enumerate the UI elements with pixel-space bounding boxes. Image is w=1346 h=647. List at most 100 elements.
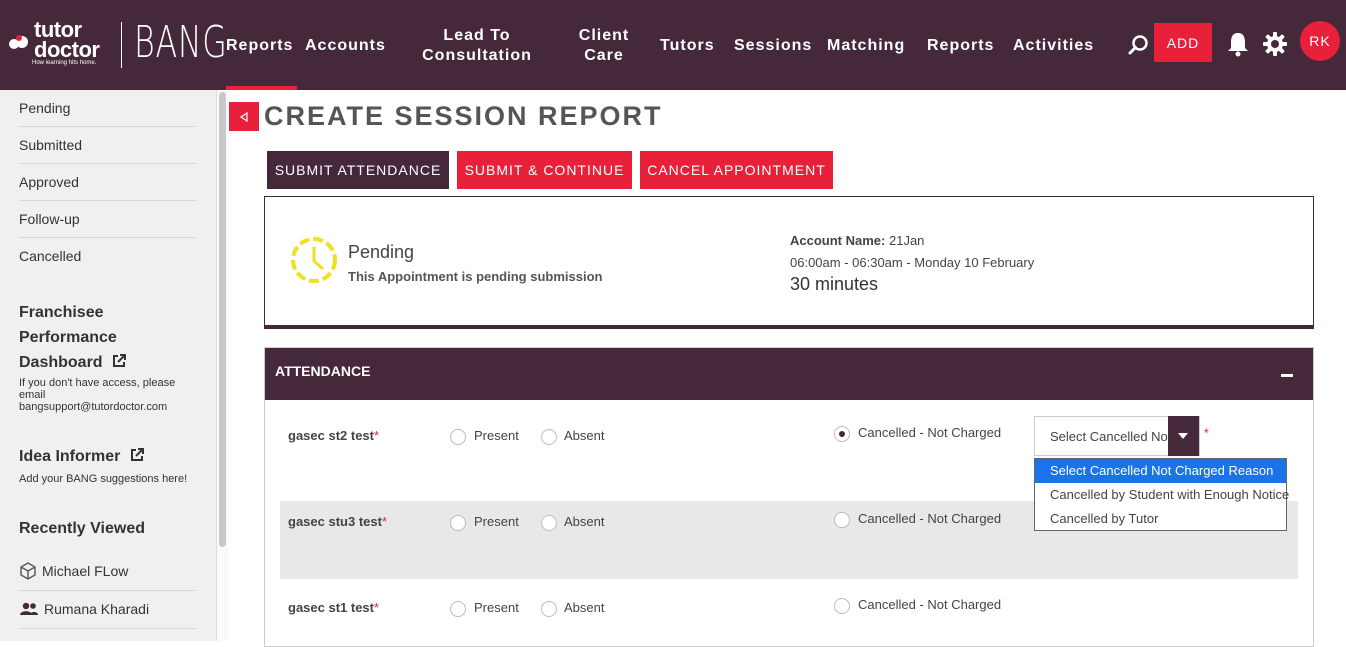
absent-radio[interactable] [541, 601, 557, 617]
present-label: Present [474, 428, 519, 443]
sidebar: Pending Submitted Approved Follow-up Can… [0, 90, 216, 641]
status-subtitle: This Appointment is pending submission [348, 269, 603, 284]
add-button[interactable]: ADD [1154, 23, 1212, 62]
recent-item-rumana-kharadi[interactable]: Rumana Kharadi [19, 591, 196, 629]
user-avatar[interactable]: RK [1300, 21, 1340, 61]
logo-tagline: How learning hits home. [32, 60, 97, 66]
franchisee-note-email: bangsupport@tutordoctor.com [19, 401, 168, 413]
required-marker: * [1204, 426, 1209, 440]
cancel-appointment-button[interactable]: CANCEL APPOINTMENT [640, 151, 833, 189]
idea-informer-note: Add your BANG suggestions here! [19, 473, 188, 485]
cancel-reason-select[interactable]: Select Cancelled Not Charged Reason [1034, 416, 1200, 456]
sidebar-item-pending[interactable]: Pending [19, 90, 196, 127]
submit-continue-button[interactable]: SUBMIT & CONTINUE [457, 151, 632, 189]
student-name: gasec stu3 test* [288, 514, 387, 529]
recent-item-michael-flow[interactable]: Michael FLow [19, 553, 196, 591]
franchisee-heading-2[interactable]: Performance [19, 325, 117, 350]
tutor-doctor-logo[interactable]: tutor doctor How learning hits home. [8, 17, 118, 70]
student-name: gasec st1 test* [288, 600, 379, 615]
appointment-time: 06:00am - 06:30am - Monday 10 February [790, 255, 1035, 270]
absent-label: Absent [564, 514, 605, 529]
cancelled-not-charged-radio[interactable] [834, 512, 850, 528]
account-name: Account Name: 21Jan [790, 233, 924, 248]
app-name: BANG [134, 17, 228, 68]
nav-lead-to-consultation[interactable]: Lead To Consultation [416, 26, 538, 66]
nav-accounts[interactable]: Accounts [305, 36, 386, 56]
franchisee-dashboard-link[interactable]: Dashboard [19, 350, 127, 375]
idea-informer-title: Idea Informer [19, 448, 121, 465]
nav-client-care[interactable]: Client Care [571, 26, 637, 66]
required-marker: * [374, 428, 380, 443]
cancelled-not-charged-label: Cancelled - Not Charged [858, 511, 1002, 526]
absent-label: Absent [564, 600, 605, 615]
nav-reports-2[interactable]: Reports [927, 36, 994, 56]
required-marker: * [374, 600, 380, 615]
chevron-down-icon[interactable] [1168, 416, 1199, 456]
cancel-reason-dropdown: Select Cancelled Not Charged Reason Canc… [1034, 458, 1289, 531]
student-name: gasec st2 test* [288, 428, 379, 443]
present-label: Present [474, 514, 519, 529]
student-name-text: gasec st1 test [288, 600, 374, 615]
absent-radio[interactable] [541, 429, 557, 445]
recent-item-label: Michael FLow [42, 563, 129, 579]
cube-icon [20, 562, 36, 580]
present-radio[interactable] [450, 429, 466, 445]
sidebar-item-follow-up[interactable]: Follow-up [19, 201, 196, 238]
nav-sessions[interactable]: Sessions [734, 36, 812, 56]
appointment-duration: 30 minutes [790, 274, 879, 294]
account-name-label: Account Name: [790, 233, 886, 248]
people-icon [20, 602, 38, 615]
required-marker: * [381, 514, 387, 529]
franchisee-note-2: email [19, 389, 46, 401]
dropdown-option[interactable]: Cancelled by Student with Enough Notice [1035, 483, 1289, 507]
account-name-value: 21Jan [888, 233, 925, 248]
franchisee-heading-3: Dashboard [19, 354, 103, 371]
absent-label: Absent [564, 428, 605, 443]
cancel-reason-value: Select Cancelled Not Charged Reason [1050, 429, 1170, 444]
absent-radio[interactable] [541, 515, 557, 531]
triangle-left-icon [239, 111, 248, 122]
dropdown-option[interactable]: Cancelled by Tutor [1035, 507, 1286, 531]
recently-viewed-heading: Recently Viewed [19, 520, 145, 537]
student-name-text: gasec st2 test [288, 428, 374, 443]
present-radio[interactable] [450, 515, 466, 531]
cancelled-not-charged-label: Cancelled - Not Charged [858, 425, 1002, 440]
present-label: Present [474, 600, 519, 615]
present-radio[interactable] [450, 601, 466, 617]
attendance-header: ATTENDANCE [265, 348, 1313, 400]
sidebar-item-approved[interactable]: Approved [19, 164, 196, 201]
bell-icon[interactable] [1226, 31, 1250, 57]
idea-informer-link[interactable]: Idea Informer [19, 444, 145, 469]
collapse-icon[interactable] [1281, 374, 1293, 377]
external-link-icon [113, 354, 127, 367]
page-title: CREATE SESSION REPORT [264, 101, 663, 131]
nav-active-indicator [226, 86, 297, 90]
cancelled-not-charged-radio[interactable] [834, 426, 850, 442]
gear-icon[interactable] [1262, 31, 1288, 57]
recent-item-label: Rumana Kharadi [44, 601, 150, 617]
logo-divider [121, 22, 122, 68]
sidebar-scroll-thumb[interactable] [219, 92, 226, 547]
dropdown-option[interactable]: Select Cancelled Not Charged Reason [1035, 459, 1286, 483]
nav-matching[interactable]: Matching [827, 36, 905, 56]
clock-icon [291, 237, 337, 283]
nav-activities[interactable]: Activities [1013, 36, 1094, 56]
back-button[interactable] [229, 102, 259, 131]
search-icon[interactable] [1127, 34, 1149, 56]
franchisee-heading-1[interactable]: Franchisee [19, 300, 103, 325]
nav-tutors[interactable]: Tutors [660, 36, 715, 56]
appointment-status-card: Pending This Appointment is pending subm… [264, 196, 1314, 329]
brain-logo-icon [9, 35, 28, 49]
top-navigation-bar: tutor doctor How learning hits home. BANG… [0, 0, 1346, 90]
student-name-text: gasec stu3 test [288, 514, 382, 529]
logo-text: tutor doctor [34, 17, 100, 62]
sidebar-item-cancelled[interactable]: Cancelled [19, 238, 196, 275]
attendance-title: ATTENDANCE [275, 363, 371, 379]
status-title: Pending [348, 242, 415, 262]
cancelled-not-charged-label: Cancelled - Not Charged [858, 597, 1002, 612]
external-link-icon [130, 448, 144, 461]
cancelled-not-charged-radio[interactable] [834, 598, 850, 614]
sidebar-item-submitted[interactable]: Submitted [19, 127, 196, 164]
submit-attendance-button[interactable]: SUBMIT ATTENDANCE [267, 151, 449, 189]
nav-reports[interactable]: Reports [226, 36, 293, 56]
